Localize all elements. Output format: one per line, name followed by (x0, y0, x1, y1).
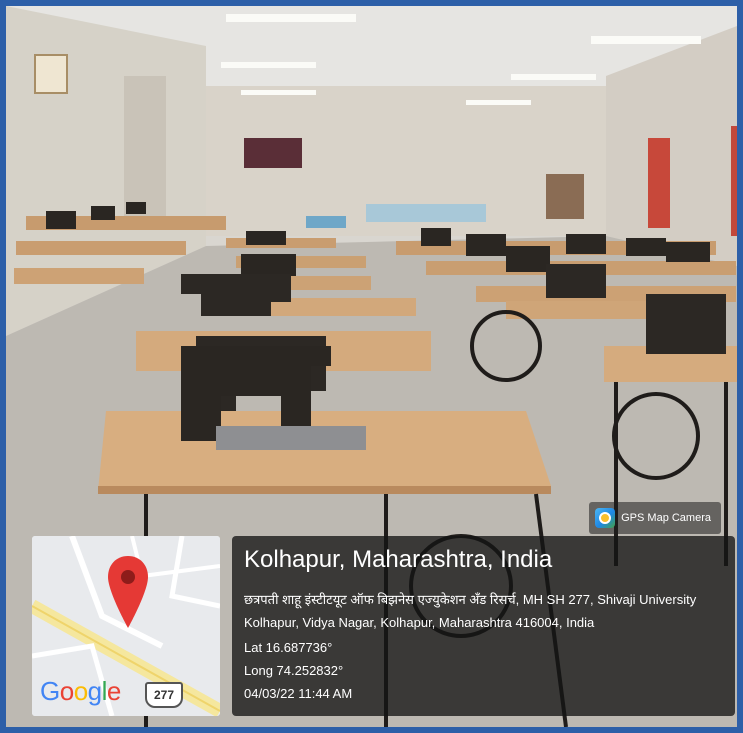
google-logo: Google (40, 676, 121, 706)
road-shield: 277 (145, 682, 183, 708)
address-text: छत्रपती शाहू इंस्टीटयूट ऑफ बिझनेस एज्युक… (244, 592, 697, 630)
location-info-panel: Kolhapur, Maharashtra, India छत्रपती शाह… (232, 536, 735, 716)
longitude-text: Long 74.252832° (244, 663, 344, 678)
latitude-text: Lat 16.687736° (244, 640, 333, 655)
photo-frame: GPS Map Camera Google 277 Kolhapur, Maha… (0, 0, 743, 733)
map-pin-icon (108, 556, 148, 628)
map-thumbnail: Google 277 (32, 536, 220, 716)
datetime-text: 04/03/22 11:44 AM (244, 686, 353, 701)
place-title: Kolhapur, Maharashtra, India (244, 546, 553, 573)
gps-map-camera-icon (595, 508, 616, 528)
badge-label: GPS Map Camera (621, 512, 711, 524)
gps-map-camera-badge: GPS Map Camera (589, 502, 721, 534)
